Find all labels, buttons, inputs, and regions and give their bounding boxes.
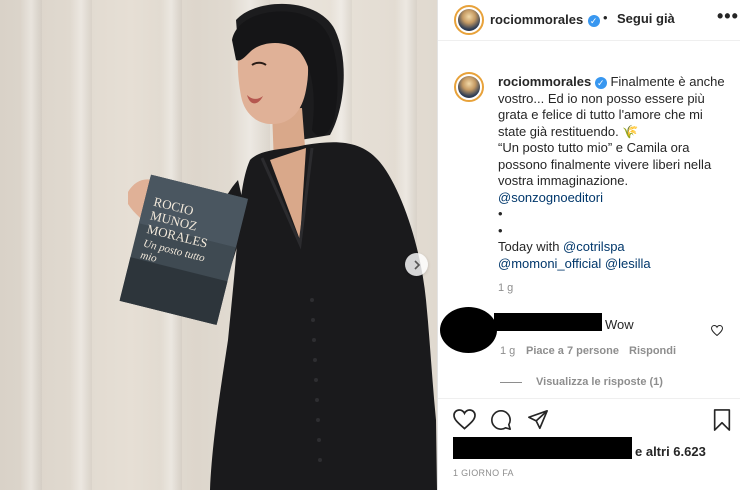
caption-username[interactable]: rociommorales — [498, 74, 591, 89]
caption: rociommorales ✓ Finalmente è anche vostr… — [498, 74, 736, 272]
likes-count[interactable]: e altri 6.623 — [635, 444, 706, 459]
post-photo[interactable]: ROCIO MUNOZ MORALES Un posto tutto mio — [0, 0, 437, 490]
caption-line: Today with @cotrilspa — [498, 239, 736, 256]
caption-avatar[interactable] — [454, 72, 484, 102]
caption-bullet: • — [498, 206, 503, 221]
redacted-username — [494, 313, 602, 331]
verified-badge-icon: ✓ — [587, 15, 600, 27]
caption-line: possono finalmente vivere liberi nella — [498, 156, 712, 172]
comment-icon[interactable] — [490, 409, 512, 436]
comment-likes[interactable]: Piace a 7 persone — [526, 345, 619, 357]
comment-time: 1 g — [500, 345, 516, 357]
heart-icon[interactable] — [453, 409, 476, 435]
comment-text: Wow — [605, 317, 634, 332]
caption-line: vostro... Ed io non posso essere più — [498, 90, 705, 106]
caption-line: vostra immaginazione. — [498, 173, 629, 188]
caption-line: “Un posto tutto mio” e Camila ora — [498, 140, 690, 155]
small-heart-icon[interactable] — [710, 323, 724, 341]
header-separator: • — [603, 10, 608, 25]
share-icon[interactable] — [527, 409, 549, 436]
post-header: rociommorales ✓ • Segui già ••• — [438, 0, 740, 41]
redacted-likers — [453, 437, 632, 459]
comment-avatar[interactable] — [440, 307, 497, 353]
mention-link[interactable]: @momoni_official — [498, 256, 601, 271]
caption-line: grata e felice di tutto l'amore che mi — [498, 107, 703, 122]
post-side-panel: rociommorales ✓ • Segui già ••• rociommo… — [438, 0, 740, 490]
mention-link[interactable]: @lesilla — [605, 256, 651, 271]
caption-time: 1 g — [498, 282, 514, 294]
reply-button[interactable]: Rispondi — [629, 345, 676, 357]
caption-line: state già restituendo. 🌾 — [498, 123, 639, 139]
caption-text: Finalmente è anche — [610, 74, 725, 89]
actions-divider — [438, 398, 740, 399]
verified-badge-icon: ✓ — [594, 77, 607, 89]
caption-bullet: • — [498, 222, 503, 238]
caption-line: @momoni_official @lesilla — [498, 256, 736, 273]
mention-link[interactable]: @sonzognoeditori — [498, 190, 736, 207]
bookmark-icon[interactable] — [712, 409, 732, 436]
mention-link[interactable]: @cotrilspa — [563, 239, 625, 254]
avatar[interactable] — [454, 5, 484, 35]
replies-line — [500, 382, 522, 383]
header-username-group: rociommorales ✓ — [490, 11, 600, 29]
post-date: 1 GIORNO FA — [453, 468, 514, 478]
more-icon[interactable]: ••• — [717, 6, 739, 27]
caption-line: rociommorales ✓ Finalmente è anche — [498, 74, 736, 91]
header-username[interactable]: rociommorales — [490, 12, 583, 27]
follow-button[interactable]: Segui già — [617, 11, 675, 26]
caption-text: Today with — [498, 239, 564, 254]
next-arrow-icon[interactable] — [405, 253, 428, 276]
view-replies-button[interactable]: Visualizza le risposte (1) — [536, 376, 663, 388]
